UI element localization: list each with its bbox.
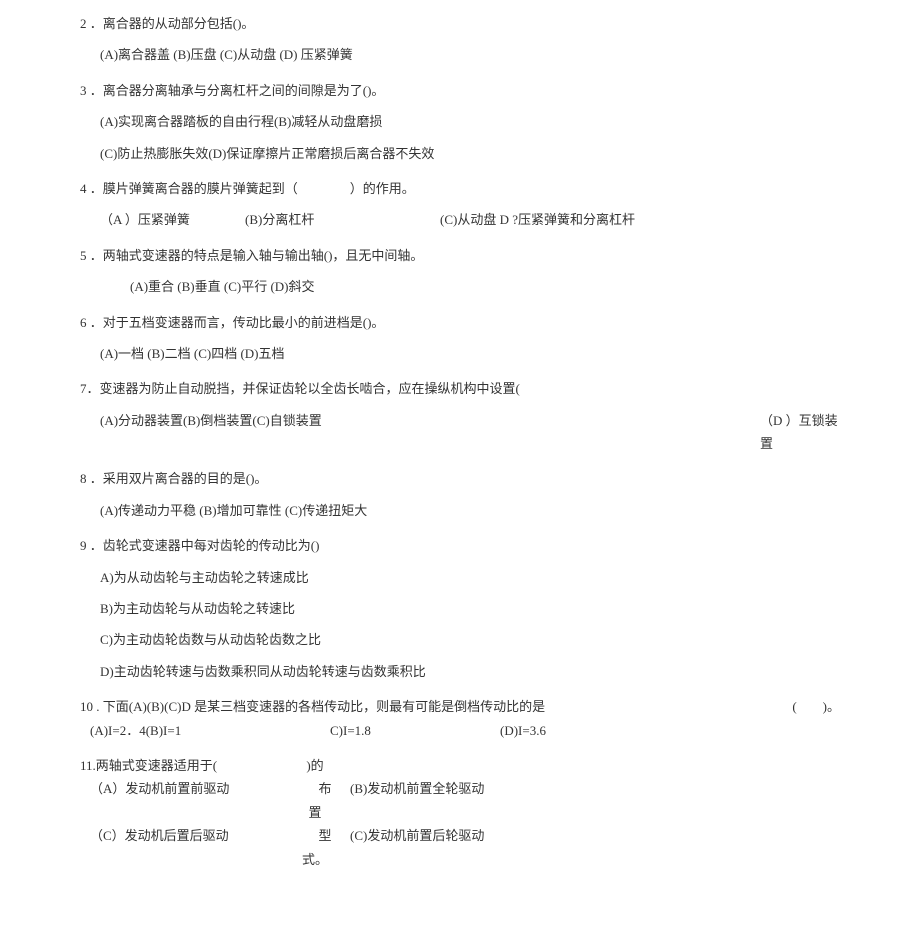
q11-row-2: （C）发动机后置后驱动 型 (C)发动机前置后轮驱动 (80, 824, 840, 847)
q4-option-b: (B)分离杠杆 (245, 208, 440, 231)
q9-option-b: B)为主动齿轮与从动齿轮之转速比 (80, 597, 840, 620)
q4-options: （A ）压紧弹簧 (B)分离杠杆 (C)从动盘 D ?压紧弹簧和分离杠杆 (80, 208, 840, 231)
q11-row-end: 式。 (80, 848, 840, 871)
q6-options: (A)一档 (B)二档 (C)四档 (D)五档 (80, 342, 840, 365)
q3-options-2: (C)防止热膨胀失效(D)保证摩擦片正常磨损后离合器不失效 (80, 142, 840, 165)
q2-stem: 2 ．离合器的从动部分包括()。 (80, 12, 840, 35)
question-11: 11.两轴式变速器适用于( )的 （A）发动机前置前驱动 布 (B)发动机前置全… (80, 754, 840, 871)
q4-option-c: (C)从动盘 D ?压紧弹簧和分离杠杆 (440, 208, 635, 231)
q9-option-c: C)为主动齿轮齿数与从动齿轮齿数之比 (80, 628, 840, 651)
q4-stem: 4 ．膜片弹簧离合器的膜片弹簧起到（ ）的作用。 (80, 177, 840, 200)
q5-stem: 5 ．两轴式变速器的特点是输入轴与输出轴()，且无中间轴。 (80, 244, 840, 267)
q8-stem: 8 ．采用双片离合器的目的是()。 (80, 467, 840, 490)
q11-mid-1: 布 (310, 777, 340, 800)
q10-option-c: C)I=1.8 (330, 719, 500, 742)
q10-blank: ( )。 (792, 695, 840, 718)
q11-option-d: (C)发动机前置后轮驱动 (350, 824, 484, 847)
question-2: 2 ．离合器的从动部分包括()。 (A)离合器盖 (B)压盘 (C)从动盘 (D… (80, 12, 840, 67)
q3-stem: 3 ．离合器分离轴承与分离杠杆之间的间隙是为了()。 (80, 79, 840, 102)
question-3: 3 ．离合器分离轴承与分离杠杆之间的间隙是为了()。 (A)实现离合器踏板的自由… (80, 79, 840, 165)
q9-stem: 9 ．齿轮式变速器中每对齿轮的传动比为() (80, 534, 840, 557)
q11-option-c: （C）发动机后置后驱动 (80, 824, 310, 847)
question-9: 9 ．齿轮式变速器中每对齿轮的传动比为() A)为从动齿轮与主动齿轮之转速成比 … (80, 534, 840, 683)
q10-stem-row: 10 . 下面(A)(B)(C)D 是某三档变速器的各档传动比，则最有可能是倒档… (80, 695, 840, 718)
q11-stem-right: )的 (300, 754, 330, 777)
question-6: 6 ．对于五档变速器而言，传动比最小的前进档是()。 (A)一档 (B)二档 (… (80, 311, 840, 366)
q7-options-abc: (A)分动器装置(B)倒档装置(C)自锁装置 (80, 409, 710, 432)
q5-options: (A)重合 (B)垂直 (C)平行 (D)斜交 (80, 275, 840, 298)
q10-option-ab: (A)I=2．4(B)I=1 (90, 719, 330, 742)
question-5: 5 ．两轴式变速器的特点是输入轴与输出轴()，且无中间轴。 (A)重合 (B)垂… (80, 244, 840, 299)
q4-option-a: （A ）压紧弹簧 (100, 208, 245, 231)
question-10: 10 . 下面(A)(B)(C)D 是某三档变速器的各档传动比，则最有可能是倒档… (80, 695, 840, 742)
q9-option-a: A)为从动齿轮与主动齿轮之转速成比 (80, 566, 840, 589)
q2-options: (A)离合器盖 (B)压盘 (C)从动盘 (D) 压紧弹簧 (80, 43, 840, 66)
question-4: 4 ．膜片弹簧离合器的膜片弹簧起到（ ）的作用。 （A ）压紧弹簧 (B)分离杠… (80, 177, 840, 232)
question-7: 7．变速器为防止自动脱挡，并保证齿轮以全齿长啮合，应在操纵机构中设置( (A)分… (80, 377, 840, 455)
q11-option-a: （A）发动机前置前驱动 (80, 777, 310, 800)
q11-row-stem: 11.两轴式变速器适用于( )的 (80, 754, 840, 777)
q11-mid-4: 式。 (300, 848, 330, 871)
q7-options-wrap: (A)分动器装置(B)倒档装置(C)自锁装置 （D ）互锁装置 (80, 409, 840, 456)
q10-option-d: (D)I=3.6 (500, 719, 546, 742)
document-content: 2 ．离合器的从动部分包括()。 (A)离合器盖 (B)压盘 (C)从动盘 (D… (0, 12, 920, 871)
q11-mid-3: 型 (310, 824, 340, 847)
q11-stem-left: 11.两轴式变速器适用于( (80, 754, 300, 777)
q7-stem: 7．变速器为防止自动脱挡，并保证齿轮以全齿长啮合，应在操纵机构中设置( (80, 377, 840, 400)
q10-options: (A)I=2．4(B)I=1 C)I=1.8 (D)I=3.6 (80, 719, 840, 742)
q11-mid-2: 置 (300, 801, 330, 824)
q11-option-b: (B)发动机前置全轮驱动 (350, 777, 484, 800)
q8-options: (A)传递动力平稳 (B)增加可靠性 (C)传递扭矩大 (80, 499, 840, 522)
q11-row-1: （A）发动机前置前驱动 布 (B)发动机前置全轮驱动 (80, 777, 840, 800)
q3-options-1: (A)实现离合器踏板的自由行程(B)减轻从动盘磨损 (80, 110, 840, 133)
question-8: 8 ．采用双片离合器的目的是()。 (A)传递动力平稳 (B)增加可靠性 (C)… (80, 467, 840, 522)
q6-stem: 6 ．对于五档变速器而言，传动比最小的前进档是()。 (80, 311, 840, 334)
q10-stem: 10 . 下面(A)(B)(C)D 是某三档变速器的各档传动比，则最有可能是倒档… (80, 695, 652, 718)
q7-option-d: （D ）互锁装置 (760, 409, 840, 456)
q11-row-mid: 置 (80, 801, 840, 824)
q9-option-d: D)主动齿轮转速与齿数乘积同从动齿轮转速与齿数乘积比 (80, 660, 840, 683)
